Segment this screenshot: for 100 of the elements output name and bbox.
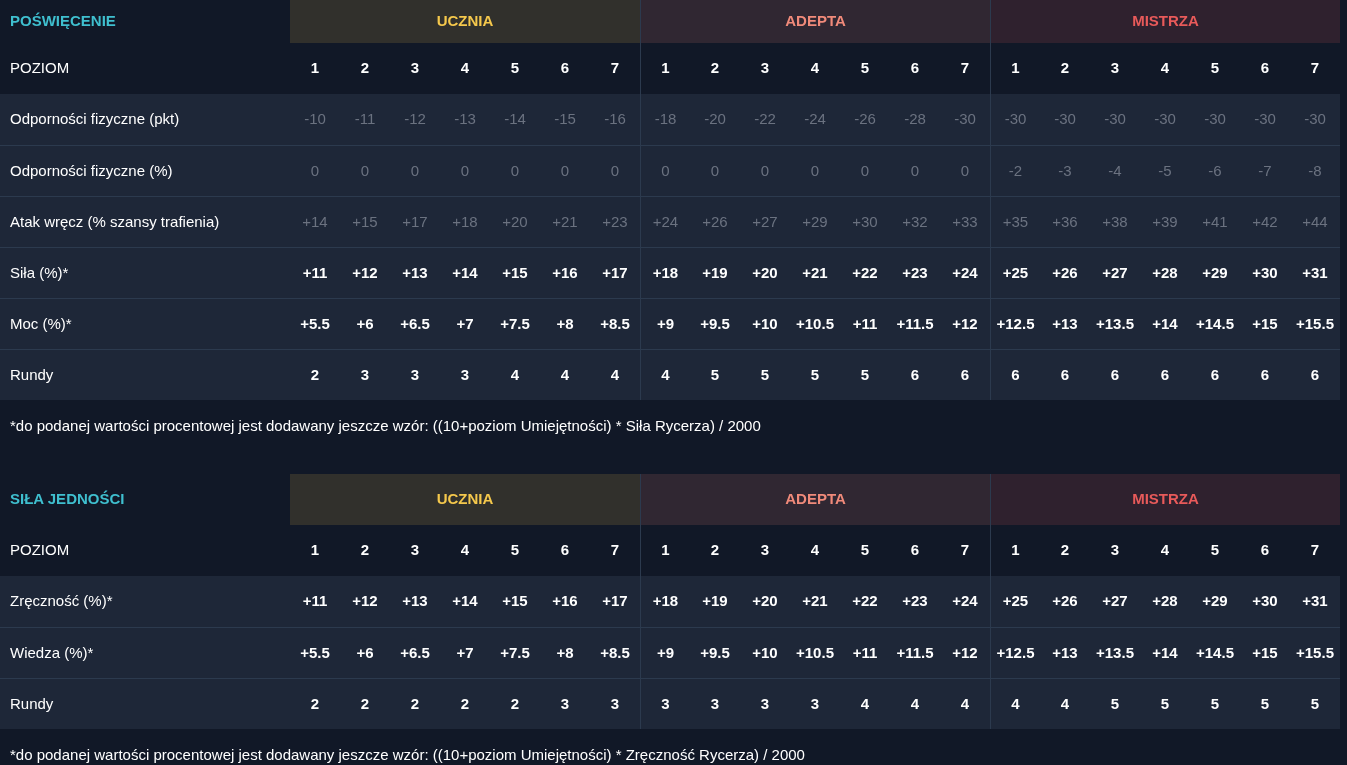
section-title: POŚWIĘCENIE [10, 11, 116, 32]
table-cell-text: -6 [1208, 160, 1222, 181]
level-number: 6 [1260, 58, 1270, 79]
table-cell-text: +12 [352, 591, 378, 612]
table-cell-text: +13 [1052, 642, 1078, 663]
table-cell-text: +14 [452, 591, 478, 612]
table-cell-text: 3 [610, 693, 620, 714]
table-cell-text: +6.5 [400, 642, 430, 663]
table-cell-text: 0 [760, 160, 770, 181]
table-cell-text: +23 [602, 211, 628, 232]
table-cell-text: 0 [410, 160, 420, 181]
table-cell-text: +14 [1152, 313, 1178, 334]
level-number: 7 [610, 540, 620, 561]
tier-name: UCZNIA [436, 11, 494, 32]
table-cell-text: -15 [554, 109, 576, 130]
table-cell-text: +8 [556, 642, 574, 663]
level-number: 3 [1110, 540, 1120, 561]
table-cell-text: +26 [1052, 591, 1078, 612]
table-cell-text: 5 [710, 364, 720, 385]
table-cell-text: +27 [752, 211, 778, 232]
table-cell-text: +11.5 [896, 642, 934, 663]
level-number: 3 [1110, 58, 1120, 79]
table-cell-text: +25 [1002, 591, 1029, 612]
table-cell-text: 2 [360, 693, 370, 714]
table-cell-text: +11 [852, 642, 878, 663]
table-cell-text: +8 [556, 313, 574, 334]
table-cell-text: -20 [704, 109, 726, 130]
table-cell-text: +7.5 [500, 642, 530, 663]
table-cell-text: -24 [804, 109, 826, 130]
table-cell-text: +6 [356, 642, 374, 663]
table-cell-text: 3 [760, 693, 770, 714]
row-label: Atak wręcz (% szansy trafienia) [10, 211, 220, 232]
table-cell-text: +39 [1152, 211, 1178, 232]
level-number: 7 [610, 58, 620, 79]
table-cell-text: -30 [1304, 109, 1326, 130]
table-cell-text: -30 [1204, 109, 1226, 130]
table-cell-text: +19 [702, 262, 728, 283]
table-cell-text: 3 [410, 364, 420, 385]
table-cell-text: 6 [1210, 364, 1220, 385]
table-cell-text: +27 [1102, 591, 1128, 612]
table-cell-text: +44 [1302, 211, 1328, 232]
table-cell-text: +11.5 [896, 313, 934, 334]
table-cell-text: +6.5 [400, 313, 430, 334]
table-cell-text: 6 [1060, 364, 1070, 385]
table-cell-text: +15.5 [1296, 642, 1334, 663]
table-cell-text: +13 [402, 262, 428, 283]
row-label: Odporności fizyczne (pkt) [10, 109, 180, 130]
table-cell-text: +29 [802, 211, 828, 232]
table-cell-text: 0 [560, 160, 570, 181]
table-cell-text: +13.5 [1096, 642, 1134, 663]
table-cell-text: +26 [1052, 262, 1078, 283]
table-cell-text: +17 [402, 211, 428, 232]
table-cell-text: 4 [610, 364, 620, 385]
table-cell-text: +5.5 [300, 642, 330, 663]
table-cell-text: +22 [852, 262, 878, 283]
table-cell-text: +6 [356, 313, 374, 334]
table-cell-text: 6 [1310, 364, 1320, 385]
level-number: 7 [960, 540, 970, 561]
table-cell-text: +9 [656, 313, 675, 334]
table-cell-text: 0 [610, 160, 620, 181]
level-number: 1 [310, 58, 320, 79]
level-number: 6 [910, 540, 920, 561]
table-cell-text: 4 [1011, 693, 1020, 714]
table-cell-text: 0 [910, 160, 920, 181]
table-cell-text: -10 [304, 109, 326, 130]
table-cell-text: +10 [752, 313, 778, 334]
table-cell-text: +12 [952, 313, 978, 334]
table-cell-text: 3 [460, 364, 470, 385]
table-cell-text: +21 [552, 211, 578, 232]
level-number: 4 [810, 58, 820, 79]
table-cell-text: 6 [1110, 364, 1120, 385]
table-cell-text: +8.5 [600, 642, 630, 663]
table-cell-text: +15 [1252, 642, 1278, 663]
level-number: 5 [860, 540, 870, 561]
level-label: POZIOM [10, 58, 70, 79]
table-cell-text: 0 [460, 160, 470, 181]
table-cell-text: -30 [1054, 109, 1076, 130]
level-number: 2 [1060, 540, 1070, 561]
table-cell-text: +5.5 [300, 313, 330, 334]
table-cell-text: +12 [952, 642, 978, 663]
table-cell-text: +14.5 [1196, 642, 1234, 663]
level-number: 6 [910, 58, 920, 79]
table-cell-text: 5 [1260, 693, 1270, 714]
table-cell-text: +18 [452, 211, 478, 232]
table-cell-text: +7 [456, 313, 474, 334]
tier-name: MISTRZA [1132, 11, 1199, 32]
level-number: 5 [510, 58, 520, 79]
table-cell-text: 3 [560, 693, 570, 714]
table-cell-text: +10.5 [796, 642, 834, 663]
table-cell-text: +14 [302, 211, 328, 232]
table-cell-text: 3 [710, 693, 720, 714]
table-cell-text: -30 [1254, 109, 1276, 130]
table-cell-text: 4 [661, 364, 670, 385]
row-label: Wiedza (%)* [10, 642, 94, 663]
table-cell-text: +28 [1152, 262, 1178, 283]
table-cell-text: 2 [310, 364, 320, 385]
table-cell-text: +14 [1152, 642, 1178, 663]
table-cell-text: +15.5 [1296, 313, 1334, 334]
table-cell-text: 0 [310, 160, 320, 181]
table-cell-text: 6 [910, 364, 920, 385]
